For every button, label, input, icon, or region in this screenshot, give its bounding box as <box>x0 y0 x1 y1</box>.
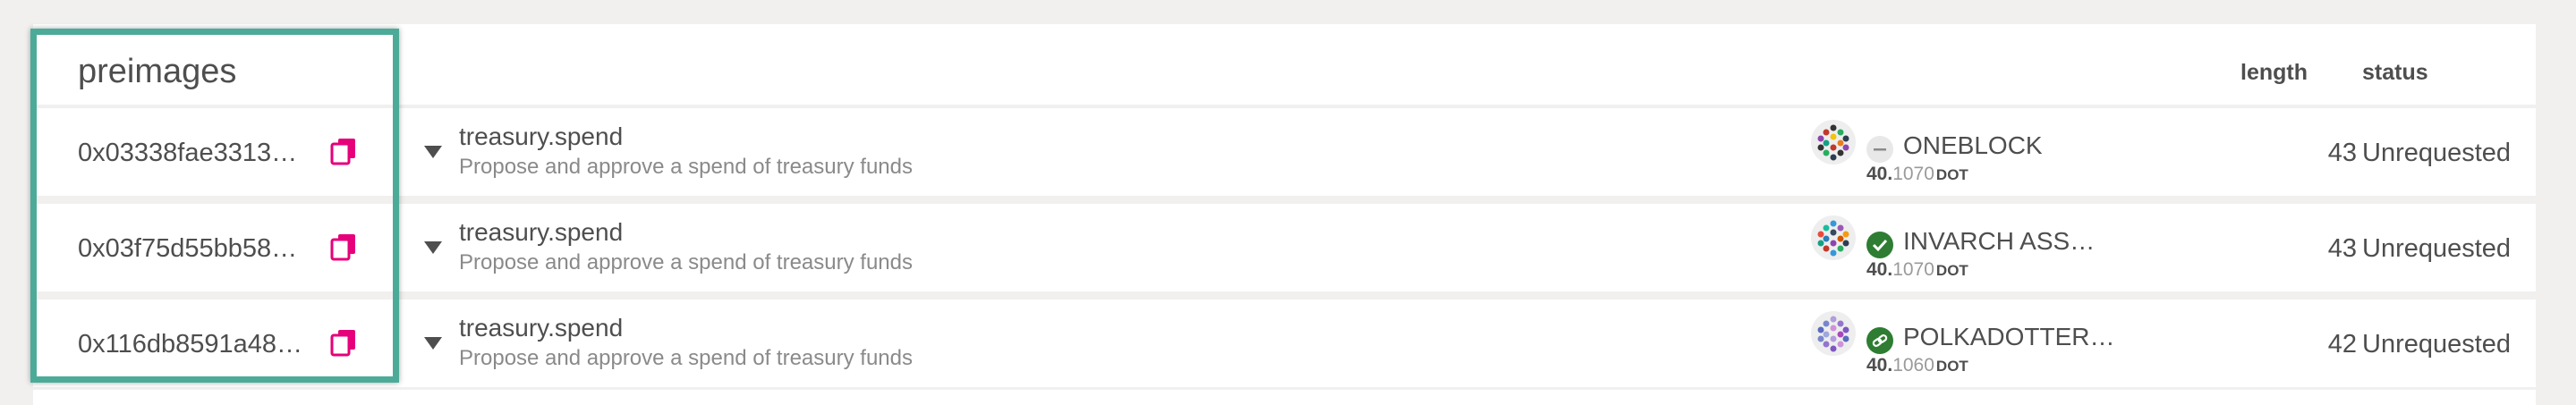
balance-fraction: 1070 <box>1892 164 1934 184</box>
caret-down-icon[interactable] <box>424 337 442 350</box>
call-method: treasury.spend <box>459 218 624 246</box>
link-circle-icon <box>1866 327 1893 354</box>
caret-down-icon[interactable] <box>424 241 442 254</box>
minus-circle-icon <box>1866 136 1893 163</box>
preimage-status: Unrequested <box>2362 330 2512 359</box>
balance-unit: DOT <box>1935 358 1968 375</box>
table-row: 0x116db8591a48… treasury.spend Propose a… <box>33 300 2536 387</box>
account-balance: 40.1070 DOT <box>1866 164 1968 185</box>
balance-unit: DOT <box>1935 262 1968 279</box>
preimage-length: 43 <box>2327 234 2357 263</box>
copy-icon[interactable] <box>330 328 357 357</box>
preimage-status: Unrequested <box>2362 139 2512 167</box>
identicon[interactable] <box>1810 310 1857 357</box>
preimage-hash: 0x116db8591a48… <box>78 330 303 359</box>
call-description: Propose and approve a spend of treasury … <box>459 250 913 274</box>
table-header: preimages length status <box>33 24 2536 105</box>
table-row: 0x03338fae3313… treasury.spend Propose a… <box>33 108 2536 196</box>
table-footer-strip <box>33 390 2536 405</box>
table-title: preimages <box>78 53 237 90</box>
preimage-status: Unrequested <box>2362 234 2512 263</box>
balance-whole: 40. <box>1866 259 1893 280</box>
account-name[interactable]: POLKADOTTER… <box>1903 323 2114 351</box>
preimage-hash: 0x03f75d55bb58… <box>78 234 298 263</box>
caret-down-icon[interactable] <box>424 146 442 158</box>
copy-icon[interactable] <box>330 232 357 261</box>
balance-whole: 40. <box>1866 355 1893 375</box>
table-row: 0x03f75d55bb58… treasury.spend Propose a… <box>33 204 2536 291</box>
preimage-length: 42 <box>2327 330 2357 359</box>
check-circle-icon <box>1866 232 1893 258</box>
account-balance: 40.1070 DOT <box>1866 259 1968 281</box>
preimage-length: 43 <box>2327 139 2357 167</box>
balance-whole: 40. <box>1866 164 1893 184</box>
preimages-table: preimages length status 0x03338fae3313… … <box>33 24 2536 387</box>
balance-fraction: 1060 <box>1892 355 1934 375</box>
identicon[interactable] <box>1810 215 1857 261</box>
column-header-status: status <box>2362 60 2428 85</box>
call-description: Propose and approve a spend of treasury … <box>459 155 913 179</box>
column-header-length: length <box>2240 60 2308 85</box>
call-description: Propose and approve a spend of treasury … <box>459 346 913 370</box>
identicon[interactable] <box>1810 119 1857 165</box>
call-method: treasury.spend <box>459 122 624 150</box>
balance-unit: DOT <box>1935 166 1968 183</box>
call-method: treasury.spend <box>459 314 624 342</box>
copy-icon[interactable] <box>330 137 357 165</box>
account-balance: 40.1060 DOT <box>1866 355 1968 376</box>
account-name[interactable]: INVARCH ASS… <box>1903 227 2095 256</box>
balance-fraction: 1070 <box>1892 259 1934 280</box>
account-name[interactable]: ONEBLOCK <box>1903 131 2043 160</box>
preimage-hash: 0x03338fae3313… <box>78 139 298 167</box>
